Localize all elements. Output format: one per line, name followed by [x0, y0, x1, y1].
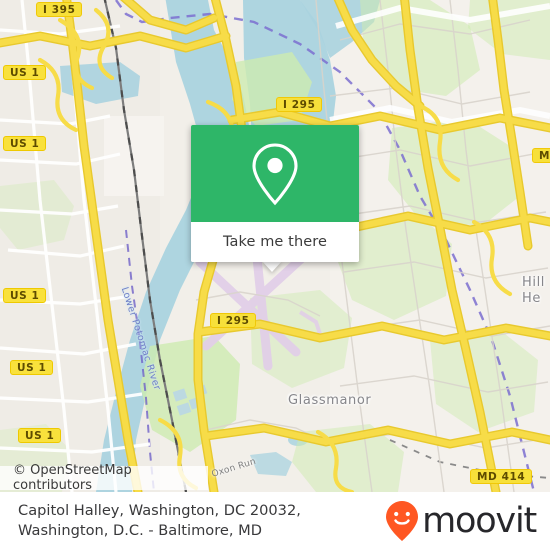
moovit-wordmark: moovit — [422, 500, 537, 541]
highway-shield-md414[interactable]: MD 414 — [470, 469, 533, 484]
take-me-there-label: Take me there — [222, 234, 328, 250]
highway-shield-us1[interactable]: US 1 — [18, 428, 62, 443]
map-pin-icon — [252, 142, 298, 205]
footer-bar: Capitol Halley, Washington, DC 20032, Wa… — [0, 492, 550, 550]
highway-shield-i295[interactable]: I 295 — [276, 97, 323, 112]
location-title: Capitol Halley, Washington, DC 20032, Wa… — [18, 502, 301, 539]
highway-shield-us1[interactable]: US 1 — [3, 136, 47, 151]
moovit-smiley-pin-icon — [386, 501, 419, 541]
location-popup-card[interactable]: Take me there — [191, 125, 359, 262]
highway-shield-i295[interactable]: I 295 — [210, 313, 257, 328]
screenshot-root: Glassmanor Hill He Lower Potomac River O… — [0, 0, 550, 550]
take-me-there-button[interactable]: Take me there — [191, 222, 359, 262]
highway-shield-us1[interactable]: US 1 — [3, 65, 47, 80]
attribution-text: © OpenStreetMap contributors — [13, 463, 132, 492]
map-canvas[interactable]: Glassmanor Hill He Lower Potomac River O… — [0, 0, 550, 492]
popup-image-area — [191, 125, 359, 222]
moovit-brand[interactable]: moovit — [385, 500, 537, 542]
popup-pointer-tail — [262, 261, 282, 272]
map-attribution[interactable]: © OpenStreetMap contributors — [0, 463, 208, 492]
highway-shield-i395[interactable]: I 395 — [36, 2, 83, 17]
highway-shield-md[interactable]: MD — [532, 148, 550, 163]
highway-shield-us1[interactable]: US 1 — [10, 360, 54, 375]
highway-shield-us1[interactable]: US 1 — [3, 288, 47, 303]
